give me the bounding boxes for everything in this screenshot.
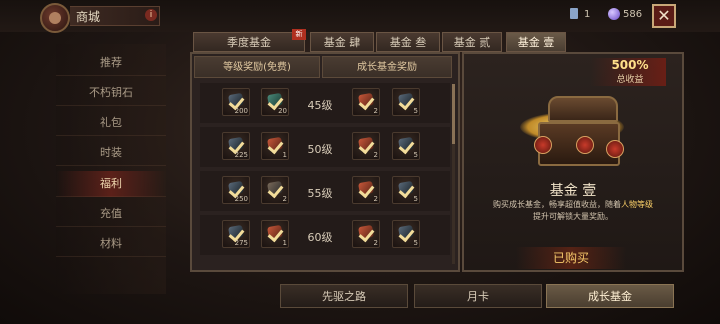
reward-slot[interactable]: 275 xyxy=(222,220,250,248)
reward-slot[interactable]: 2 xyxy=(261,176,289,204)
reward-slot[interactable]: 1 xyxy=(261,132,289,160)
reward-slot[interactable]: 200 xyxy=(222,88,250,116)
pioneer-road-button[interactable]: 先驱之路 xyxy=(280,284,408,308)
reward-qty: 250 xyxy=(234,195,248,203)
sidebar-item-gift-pack[interactable]: 礼包 xyxy=(56,110,166,136)
level-label: 50级 xyxy=(307,143,333,156)
demon-face-icon xyxy=(606,140,624,158)
demon-face-icon xyxy=(534,136,552,154)
reward-slot[interactable]: 2 xyxy=(352,132,380,160)
tab-fund-1[interactable]: 基金 壹 xyxy=(506,32,566,52)
level-label: 60级 xyxy=(307,231,333,244)
fund-description: 购买成长基金，畅享超值收益，随着人物等级提升可解锁大量奖励。 xyxy=(492,199,654,223)
reward-slot[interactable]: 20 xyxy=(261,88,289,116)
reward-slot[interactable]: 5 xyxy=(392,176,420,204)
sidebar-item-recommend[interactable]: 推荐 xyxy=(56,50,166,76)
reward-qty: 2 xyxy=(373,107,378,115)
shop-emblem-icon xyxy=(40,3,70,33)
desc-text: 提升可解锁大量奖励。 xyxy=(533,212,613,221)
growth-fund-button[interactable]: 成长基金 xyxy=(546,284,674,308)
reward-qty: 2 xyxy=(373,195,378,203)
reward-slot[interactable]: 5 xyxy=(392,132,420,160)
reward-slot[interactable]: 250 xyxy=(222,176,250,204)
reward-qty: 225 xyxy=(234,151,248,159)
reward-qty: 200 xyxy=(234,107,248,115)
reward-slot[interactable]: 5 xyxy=(392,220,420,248)
reward-qty: 1 xyxy=(282,239,287,247)
reward-qty: 2 xyxy=(373,239,378,247)
free-reward-header: 等级奖励(免费) xyxy=(194,56,320,78)
reward-qty: 5 xyxy=(413,151,418,159)
reward-slot[interactable]: 225 xyxy=(222,132,250,160)
scrollbar-thumb[interactable] xyxy=(452,84,455,144)
orb-currency-value: 586 xyxy=(623,9,643,20)
desc-text: 购买成长基金，畅享超值收益，随着 xyxy=(493,200,621,209)
page-title: 商城 xyxy=(76,10,101,24)
reward-qty: 5 xyxy=(413,107,418,115)
sidebar-item-immortal-key[interactable]: 不朽钥石 xyxy=(56,80,166,106)
tab-fund-2[interactable]: 基金 贰 xyxy=(442,32,502,52)
orb-currency-icon xyxy=(608,8,620,20)
total-return-label: 总收益 xyxy=(616,75,644,85)
level-label: 45级 xyxy=(307,99,333,112)
book-currency-value: 1 xyxy=(584,9,591,20)
chest-lid xyxy=(548,96,618,122)
reward-qty: 1 xyxy=(282,151,287,159)
growth-reward-header: 成长基金奖励 xyxy=(322,56,452,78)
monthly-card-button[interactable]: 月卡 xyxy=(414,284,542,308)
reward-slot[interactable]: 5 xyxy=(392,88,420,116)
reward-slot[interactable]: 2 xyxy=(352,220,380,248)
reward-qty: 2 xyxy=(282,195,287,203)
reward-qty: 5 xyxy=(413,195,418,203)
total-return-percent: 500% xyxy=(611,58,649,72)
book-currency-icon xyxy=(570,8,578,19)
sidebar-item-fashion[interactable]: 时装 xyxy=(56,140,166,166)
close-button[interactable]: ✕ xyxy=(652,4,676,28)
reward-slot[interactable]: 1 xyxy=(261,220,289,248)
reward-slot[interactable]: 2 xyxy=(352,88,380,116)
reward-qty: 2 xyxy=(373,151,378,159)
purchased-label: 已购买 xyxy=(516,247,626,269)
reward-qty: 20 xyxy=(278,107,287,115)
desc-highlight: 人物等级 xyxy=(621,200,653,209)
level-label: 55级 xyxy=(307,187,333,200)
info-icon[interactable]: i xyxy=(145,9,157,21)
reward-qty: 275 xyxy=(234,239,248,247)
sidebar-item-recharge[interactable]: 充值 xyxy=(56,201,166,227)
demon-face-icon xyxy=(576,136,594,154)
tab-fund-3[interactable]: 基金 叁 xyxy=(376,32,440,52)
sidebar-item-materials[interactable]: 材料 xyxy=(56,231,166,257)
treasure-chest-icon xyxy=(520,96,630,172)
reward-slot[interactable]: 2 xyxy=(352,176,380,204)
sidebar-item-welfare[interactable]: 福利 xyxy=(56,171,166,197)
tab-fund-4[interactable]: 基金 肆 xyxy=(310,32,374,52)
new-badge: 新 xyxy=(292,29,306,40)
tab-quarterly-fund[interactable]: 季度基金 xyxy=(193,32,305,52)
fund-title: 基金 壹 xyxy=(549,183,597,199)
reward-qty: 5 xyxy=(413,239,418,247)
